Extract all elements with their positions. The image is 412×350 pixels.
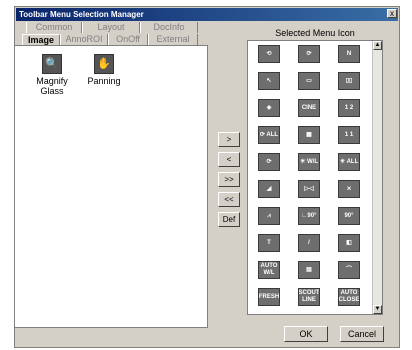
grid-layout-icon[interactable]: ▦: [298, 126, 320, 144]
ok-button[interactable]: OK: [284, 326, 328, 342]
tab-image[interactable]: Image: [22, 34, 60, 45]
magnify-glass-icon: 🔍: [42, 54, 62, 74]
rotate-left-icon[interactable]: ⟲: [258, 45, 280, 63]
rotate-right-icon[interactable]: ⟳: [298, 45, 320, 63]
calendar-icon[interactable]: ▤: [298, 261, 320, 279]
rotate-icon[interactable]: ⟳: [258, 153, 280, 171]
scroll-down-button[interactable]: ▼: [373, 305, 382, 314]
tab-external[interactable]: External: [148, 34, 198, 45]
tab-annoroi[interactable]: AnnoROI: [60, 34, 108, 45]
scroll-up-button[interactable]: ▲: [373, 41, 382, 50]
available-icons-list[interactable]: 🔍 Magnify Glass ✋ Panning: [14, 45, 208, 328]
window-title: Toolbar Menu Selection Manager: [16, 8, 398, 21]
scout-line-icon[interactable]: SCOUT LINE: [298, 288, 320, 306]
layout-1-1-icon[interactable]: 1 1: [338, 126, 360, 144]
angle-90-alt-icon[interactable]: 90°: [338, 207, 360, 225]
selected-header: Selected Menu Icon: [275, 28, 355, 38]
available-item-panning[interactable]: ✋ Panning: [79, 54, 129, 86]
contrast-icon[interactable]: ◧: [338, 234, 360, 252]
line-icon[interactable]: /: [298, 234, 320, 252]
window-level-all-icon[interactable]: ☀ ALL: [338, 153, 360, 171]
tab-docinfo[interactable]: DocInfo: [140, 22, 198, 33]
available-item-label: Panning: [87, 76, 121, 86]
selected-icons-list[interactable]: ⟲ ⟳ N ↖ ▭ ▯▯ ◈ CINE 1 2 ⟳ ALL ▦ 1 1 ⟳ ☀ W/L ☀ ALL ◢ ▷◁ ⨯ ⩘…: [247, 40, 383, 315]
dual-frame-icon[interactable]: ▯▯: [338, 72, 360, 90]
flip-icon[interactable]: N: [338, 45, 360, 63]
remove-button[interactable]: <: [218, 152, 240, 167]
available-item-label: Magnify Glass: [36, 76, 68, 96]
lasso-icon[interactable]: ⌒: [338, 261, 360, 279]
rotate-all-icon[interactable]: ⟳ ALL: [258, 126, 280, 144]
cancel-button[interactable]: Cancel: [340, 326, 384, 342]
add-button[interactable]: >: [218, 132, 240, 147]
text-icon[interactable]: T: [258, 234, 280, 252]
zoom-icon[interactable]: ◢: [258, 180, 280, 198]
cine-icon[interactable]: CINE: [298, 99, 320, 117]
auto-wl-icon[interactable]: AUTO W/L: [258, 261, 280, 279]
invert-icon[interactable]: ⨯: [338, 180, 360, 198]
hand-icon: ✋: [94, 54, 114, 74]
layout-1-2-icon[interactable]: 1 2: [338, 99, 360, 117]
mirror-icon[interactable]: ▷◁: [298, 180, 320, 198]
default-button[interactable]: Def: [218, 212, 240, 227]
close-button[interactable]: x: [387, 9, 397, 18]
compass-icon[interactable]: ⩘: [258, 207, 280, 225]
available-item-magnify[interactable]: 🔍 Magnify Glass: [27, 54, 77, 96]
remove-all-button[interactable]: <<: [218, 192, 240, 207]
tab-onoff[interactable]: OnOff: [108, 34, 148, 45]
add-all-button[interactable]: >>: [218, 172, 240, 187]
fresh-icon[interactable]: FRESH: [258, 288, 280, 306]
single-frame-icon[interactable]: ▭: [298, 72, 320, 90]
tab-layout[interactable]: Layout: [82, 22, 140, 33]
pointer-icon[interactable]: ↖: [258, 72, 280, 90]
scrollbar[interactable]: ▲ ▼: [372, 41, 382, 314]
stack-icon[interactable]: ◈: [258, 99, 280, 117]
tab-common[interactable]: Common: [26, 22, 82, 33]
auto-close-icon[interactable]: AUTO CLOSE: [338, 288, 360, 306]
window-level-icon[interactable]: ☀ W/L: [298, 153, 320, 171]
angle-90-icon[interactable]: ∟90°: [298, 207, 320, 225]
